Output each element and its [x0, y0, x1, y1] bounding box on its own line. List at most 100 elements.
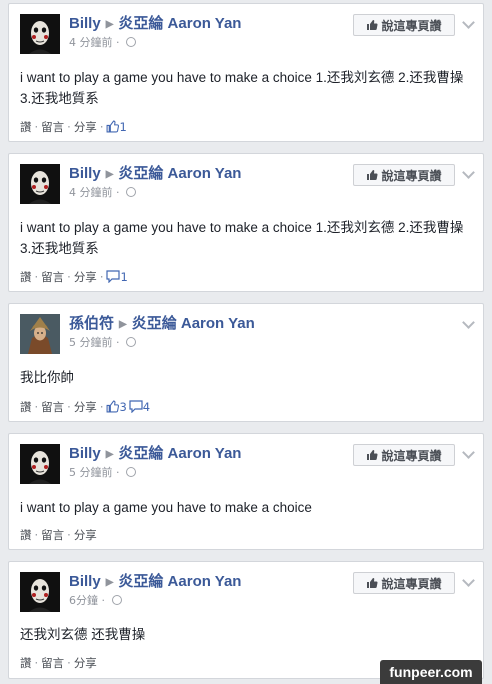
- globe-icon: [111, 595, 122, 605]
- globe-icon: [126, 337, 136, 347]
- arrow-right-icon: ▶: [105, 577, 114, 588]
- post-actions: 讚 · 留言 · 分享 · 3 4: [20, 399, 150, 415]
- post-meta: 6分鐘 ·: [69, 592, 122, 608]
- avatar-jigsaw[interactable]: [20, 14, 60, 54]
- thumbs-up-icon: [367, 450, 378, 460]
- comment-action[interactable]: 留言: [41, 400, 64, 414]
- post-header-names: Billy ▶ 炎亞綸 Aaron Yan: [69, 162, 241, 182]
- comment-action[interactable]: 留言: [41, 270, 64, 284]
- feed-post: Billy ▶ 炎亞綸 Aaron Yan 4 分鐘前 · 說這專頁讚 i want…: [8, 153, 484, 292]
- like-count[interactable]: 1: [119, 120, 126, 134]
- arrow-right-icon: ▶: [105, 449, 114, 460]
- timestamp[interactable]: 4 分鐘前: [69, 36, 113, 49]
- post-header-names: Billy ▶ 炎亞綸 Aaron Yan: [69, 570, 241, 590]
- post-header-names: Billy ▶ 炎亞綸 Aaron Yan: [69, 442, 241, 462]
- chevron-down-icon[interactable]: [462, 166, 475, 179]
- like-page-button[interactable]: 說這專頁讚: [353, 164, 455, 186]
- like-page-label: 說這專頁讚: [381, 168, 442, 183]
- separator-dot: ·: [67, 400, 71, 414]
- feed-post: 孫伯符 ▶ 炎亞綸 Aaron Yan 5 分鐘前 · 我比你帥 讚 · 留言 · 分享 · 3…: [8, 303, 484, 422]
- share-action[interactable]: 分享: [74, 270, 97, 284]
- arrow-right-icon: ▶: [119, 319, 127, 330]
- feed-post: Billy ▶ 炎亞綸 Aaron Yan 5 分鐘前 · 說這專頁讚 i want…: [8, 433, 484, 550]
- post-meta: 4 分鐘前 ·: [69, 34, 136, 50]
- separator-dot: ·: [67, 120, 71, 134]
- chevron-down-icon[interactable]: [462, 316, 475, 329]
- globe-icon: [126, 467, 136, 477]
- share-action[interactable]: 分享: [74, 400, 97, 414]
- avatar-warrior[interactable]: [20, 314, 60, 354]
- page-link[interactable]: 炎亞綸 Aaron Yan: [118, 573, 241, 590]
- comment-count[interactable]: 1: [120, 270, 127, 284]
- page-link[interactable]: 炎亞綸 Aaron Yan: [118, 165, 241, 182]
- post-meta: 5 分鐘前 ·: [69, 334, 136, 350]
- comment-count[interactable]: 4: [143, 400, 150, 414]
- timestamp[interactable]: 5 分鐘前: [69, 336, 113, 349]
- separator-dot: ·: [67, 528, 71, 542]
- author-link[interactable]: Billy: [69, 445, 101, 462]
- like-page-button[interactable]: 說這專頁讚: [353, 444, 455, 466]
- comment-count-icon[interactable]: [106, 270, 121, 283]
- timestamp[interactable]: 5 分鐘前: [69, 466, 113, 479]
- meta-dot: ·: [112, 186, 123, 199]
- like-action[interactable]: 讚: [20, 400, 32, 414]
- like-action[interactable]: 讚: [20, 270, 32, 284]
- post-text: i want to play a game you have to make a…: [20, 500, 312, 515]
- thumbs-up-icon: [367, 170, 378, 180]
- chevron-down-icon[interactable]: [462, 574, 475, 587]
- globe-icon: [126, 37, 136, 47]
- meta-dot: ·: [112, 466, 123, 479]
- thumbs-up-icon: [367, 578, 378, 588]
- avatar-jigsaw[interactable]: [20, 164, 60, 204]
- post-actions: 讚 · 留言 · 分享: [20, 655, 97, 671]
- timestamp[interactable]: 6分鐘: [69, 594, 98, 607]
- avatar-jigsaw[interactable]: [20, 444, 60, 484]
- share-action[interactable]: 分享: [74, 120, 97, 134]
- like-count[interactable]: 3: [119, 400, 126, 414]
- separator-dot: ·: [67, 270, 71, 284]
- author-link[interactable]: Billy: [69, 165, 101, 182]
- like-count-icon[interactable]: [106, 400, 120, 413]
- separator-dot: ·: [34, 528, 39, 542]
- like-action[interactable]: 讚: [20, 528, 32, 542]
- post-text: 我比你帥: [20, 370, 74, 385]
- comment-action[interactable]: 留言: [41, 120, 64, 134]
- like-page-button[interactable]: 說這專頁讚: [353, 14, 455, 36]
- author-link[interactable]: 孫伯符: [69, 315, 114, 332]
- post-header-names: 孫伯符 ▶ 炎亞綸 Aaron Yan: [69, 312, 255, 332]
- post-text: 还我刘玄德 还我曹操: [20, 627, 146, 642]
- post-text: i want to play a game you have to make a…: [20, 220, 464, 256]
- avatar-jigsaw[interactable]: [20, 572, 60, 612]
- share-action[interactable]: 分享: [74, 656, 97, 670]
- chevron-down-icon[interactable]: [462, 446, 475, 459]
- arrow-right-icon: ▶: [105, 19, 114, 30]
- comment-action[interactable]: 留言: [41, 656, 64, 670]
- like-page-button[interactable]: 說這專頁讚: [353, 572, 455, 594]
- like-page-label: 說這專頁讚: [381, 576, 442, 591]
- separator-dot: ·: [34, 656, 39, 670]
- separator-dot: ·: [99, 400, 104, 414]
- separator-dot: ·: [99, 270, 104, 284]
- meta-dot: ·: [112, 36, 123, 49]
- page-link[interactable]: 炎亞綸 Aaron Yan: [118, 15, 241, 32]
- watermark: funpeer.com: [380, 660, 482, 684]
- author-link[interactable]: Billy: [69, 15, 101, 32]
- chevron-down-icon[interactable]: [462, 16, 475, 29]
- page-link[interactable]: 炎亞綸 Aaron Yan: [118, 445, 241, 462]
- globe-icon: [126, 187, 136, 197]
- like-action[interactable]: 讚: [20, 656, 32, 670]
- separator-dot: ·: [34, 120, 39, 134]
- post-header-names: Billy ▶ 炎亞綸 Aaron Yan: [69, 12, 241, 32]
- post-actions: 讚 · 留言 · 分享 · 1: [20, 269, 128, 285]
- author-link[interactable]: Billy: [69, 573, 101, 590]
- comment-count-icon[interactable]: [129, 400, 143, 413]
- like-count-icon[interactable]: [106, 120, 120, 133]
- comment-action[interactable]: 留言: [41, 528, 64, 542]
- share-action[interactable]: 分享: [74, 528, 97, 542]
- page-link[interactable]: 炎亞綸 Aaron Yan: [132, 315, 255, 332]
- like-action[interactable]: 讚: [20, 120, 32, 134]
- post-actions: 讚 · 留言 · 分享: [20, 527, 97, 543]
- separator-dot: ·: [67, 656, 71, 670]
- meta-dot: ·: [112, 336, 123, 349]
- timestamp[interactable]: 4 分鐘前: [69, 186, 113, 199]
